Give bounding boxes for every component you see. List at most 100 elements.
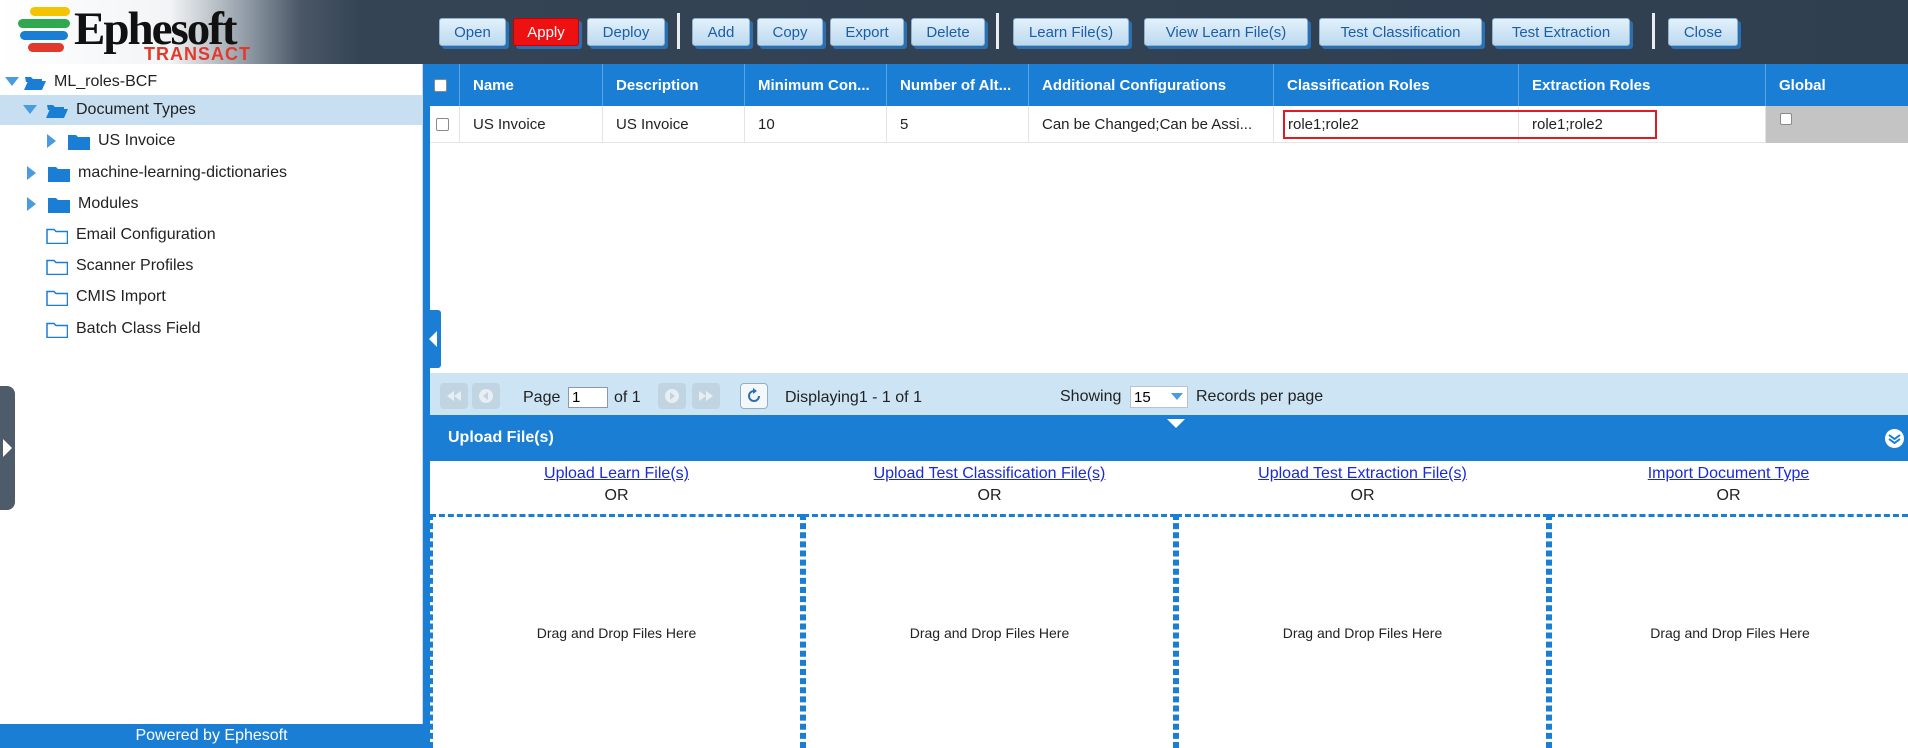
chevron-right-icon[interactable] xyxy=(44,134,60,148)
app-window: Ephesoft TRANSACT Open Apply Deploy Add … xyxy=(0,0,1908,748)
upload-test-classification-link[interactable]: Upload Test Classification File(s) xyxy=(803,465,1176,483)
collapse-section-icon[interactable] xyxy=(1885,429,1904,448)
toolbar-separator xyxy=(996,13,999,49)
copy-button[interactable]: Copy xyxy=(757,18,823,46)
navigation-tree-panel: ML_roles-BCF Document Types US Invoice m… xyxy=(0,64,423,748)
folder-outline-icon xyxy=(46,289,68,306)
powered-by-footer: Powered by Ephesoft xyxy=(0,724,423,748)
test-classification-button[interactable]: Test Classification xyxy=(1319,18,1482,46)
column-header-extraction-roles[interactable]: Extraction Roles xyxy=(1519,64,1766,106)
table-row[interactable]: US Invoice US Invoice 10 5 Can be Change… xyxy=(430,106,1908,143)
cell-global xyxy=(1766,106,1908,143)
folder-outline-icon xyxy=(46,321,68,338)
tree-item-label: Modules xyxy=(78,195,139,212)
deploy-button[interactable]: Deploy xyxy=(587,18,665,46)
toolbar-separator xyxy=(1652,13,1655,49)
chevron-right-icon[interactable] xyxy=(24,197,40,211)
test-classification-dropzone[interactable]: Drag and Drop Files Here xyxy=(803,514,1176,748)
column-header-name[interactable]: Name xyxy=(460,64,603,106)
last-page-button[interactable] xyxy=(692,383,720,409)
page-size-select[interactable]: 15 xyxy=(1130,386,1188,408)
chevron-right-icon[interactable] xyxy=(24,166,40,180)
column-header-classification-roles[interactable]: Classification Roles xyxy=(1274,64,1519,106)
last-page-icon xyxy=(699,391,713,401)
chevron-down-icon xyxy=(1171,393,1183,400)
test-extraction-dropzone[interactable]: Drag and Drop Files Here xyxy=(1176,514,1549,748)
learn-files-button[interactable]: Learn File(s) xyxy=(1013,18,1129,46)
folder-outline-icon xyxy=(46,227,68,244)
or-label: OR xyxy=(1716,487,1741,504)
column-header-additional-configurations[interactable]: Additional Configurations xyxy=(1029,64,1274,106)
upload-test-classification-column: Upload Test Classification File(s) OR Dr… xyxy=(803,461,1176,748)
grid-pager: Page of 1 Displaying1 - 1 of 1 Showing 1… xyxy=(430,373,1908,415)
refresh-button[interactable] xyxy=(740,383,768,409)
column-header-description[interactable]: Description xyxy=(603,64,745,106)
first-page-button[interactable] xyxy=(440,383,468,409)
tree-item-cmis-import[interactable]: CMIS Import xyxy=(0,282,422,312)
tree-item-email-configuration[interactable]: Email Configuration xyxy=(0,220,422,250)
global-checkbox[interactable] xyxy=(1780,113,1792,125)
showing-label: Showing xyxy=(1060,388,1122,405)
tree-item-label: machine-learning-dictionaries xyxy=(78,164,287,181)
column-header-minimum-confidence[interactable]: Minimum Con... xyxy=(745,64,887,106)
next-page-button[interactable] xyxy=(658,383,686,409)
tree-item-us-invoice[interactable]: US Invoice xyxy=(0,126,422,156)
tree-item-scanner-profiles[interactable]: Scanner Profiles xyxy=(0,251,422,281)
cell-name[interactable]: US Invoice xyxy=(460,106,603,143)
import-document-type-link[interactable]: Import Document Type xyxy=(1549,465,1908,483)
tree-item-ml-dictionaries[interactable]: machine-learning-dictionaries xyxy=(0,158,422,188)
tree-item-modules[interactable]: Modules xyxy=(0,189,422,219)
grid-header: Name Description Minimum Con... Number o… xyxy=(430,64,1908,106)
or-label: OR xyxy=(977,487,1002,504)
close-button[interactable]: Close xyxy=(1668,18,1738,46)
delete-button[interactable]: Delete xyxy=(911,18,985,46)
cell-minimum-confidence[interactable]: 10 xyxy=(745,106,887,143)
tree-item-label: Document Types xyxy=(76,101,196,118)
open-folder-icon xyxy=(24,74,46,91)
cell-description[interactable]: US Invoice xyxy=(603,106,745,143)
test-extraction-button[interactable]: Test Extraction xyxy=(1492,18,1630,46)
open-folder-icon xyxy=(46,102,68,119)
chevron-left-icon xyxy=(428,331,437,347)
tree-item-batch-class-field[interactable]: Batch Class Field xyxy=(0,314,422,344)
logo-product: TRANSACT xyxy=(144,44,251,64)
upload-learn-files-link[interactable]: Upload Learn File(s) xyxy=(430,465,803,483)
first-page-icon xyxy=(447,391,461,401)
displaying-text: Displaying1 - 1 of 1 xyxy=(785,389,922,406)
collapse-grid-tab[interactable] xyxy=(1142,415,1210,433)
column-header-global[interactable]: Global xyxy=(1766,64,1908,106)
or-label: OR xyxy=(604,487,629,504)
chevron-down-icon[interactable] xyxy=(22,103,38,117)
or-label: OR xyxy=(1350,487,1375,504)
tree-item-document-types[interactable]: Document Types xyxy=(0,95,422,125)
upload-test-extraction-link[interactable]: Upload Test Extraction File(s) xyxy=(1176,465,1549,483)
row-select-checkbox[interactable] xyxy=(436,118,449,131)
view-learn-files-button[interactable]: View Learn File(s) xyxy=(1144,18,1308,46)
tree-item-root[interactable]: ML_roles-BCF xyxy=(0,67,422,97)
chevron-down-icon[interactable] xyxy=(4,75,20,89)
folder-icon xyxy=(48,165,70,182)
next-icon xyxy=(665,389,679,403)
panel-splitter[interactable] xyxy=(423,64,430,748)
ephesoft-logo: Ephesoft TRANSACT xyxy=(14,4,254,64)
select-all-checkbox[interactable] xyxy=(434,78,447,92)
import-document-type-dropzone[interactable]: Drag and Drop Files Here xyxy=(1549,514,1908,748)
logo-bars-icon xyxy=(16,7,74,55)
import-document-type-column: Import Document Type OR Drag and Drop Fi… xyxy=(1549,461,1908,748)
upload-files-title: Upload File(s) xyxy=(448,429,554,446)
expand-panel-tab[interactable] xyxy=(0,386,15,510)
collapse-panel-tab[interactable] xyxy=(424,310,441,368)
add-button[interactable]: Add xyxy=(692,18,750,46)
apply-button[interactable]: Apply xyxy=(513,18,579,46)
previous-page-button[interactable] xyxy=(472,383,500,409)
export-button[interactable]: Export xyxy=(830,18,904,46)
column-header-number-of-alternatives[interactable]: Number of Alt... xyxy=(887,64,1029,106)
cell-number-of-alternatives[interactable]: 5 xyxy=(887,106,1029,143)
page-number-input[interactable] xyxy=(568,387,608,408)
tree-item-label: ML_roles-BCF xyxy=(54,73,158,90)
open-button[interactable]: Open xyxy=(439,18,506,46)
folder-icon xyxy=(48,196,70,213)
cell-additional-configurations[interactable]: Can be Changed;Can be Assi... xyxy=(1029,106,1274,143)
tree-item-label: CMIS Import xyxy=(76,288,166,305)
learn-files-dropzone[interactable]: Drag and Drop Files Here xyxy=(430,514,803,748)
